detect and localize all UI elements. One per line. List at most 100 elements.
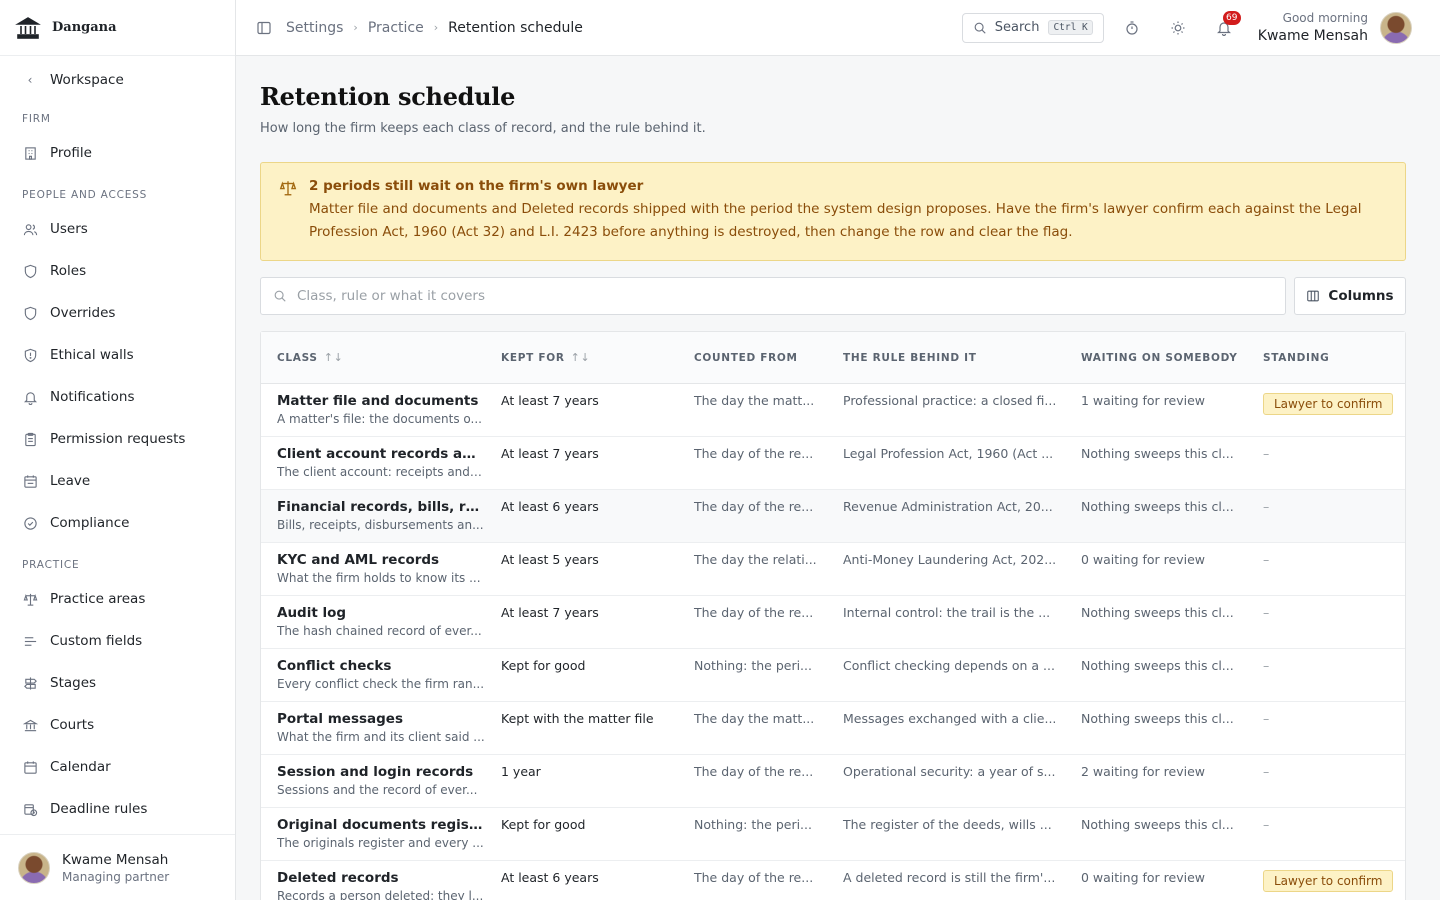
chevron-left-icon: ‹ [27, 73, 33, 87]
table-row[interactable]: Audit log The hash chained record of ever… [261, 596, 1405, 649]
sidebar-back-workspace[interactable]: ‹ Workspace [0, 66, 235, 94]
page-subtitle: How long the firm keeps each class of re… [260, 121, 706, 136]
topbar-actions: Search Ctrl K 69 Good morning Kwame Mens… [961, 10, 1412, 44]
cell-waiting: Nothing sweeps this cl... [1081, 446, 1234, 461]
sidebar-item-overrides[interactable]: Overrides [0, 292, 235, 334]
alert-body: Matter file and documents and Deleted re… [309, 201, 1362, 240]
timer-icon[interactable] [1124, 20, 1140, 36]
sidebar-item-courts[interactable]: Courts [0, 704, 235, 746]
table-row[interactable]: Portal messages What the firm and its cli… [261, 702, 1405, 755]
table-header: CLASS ↑↓ KEPT FOR ↑↓ COUNTED FROM THE RULE… [261, 332, 1405, 384]
sidebar-item-practice-areas[interactable]: Practice areas [0, 578, 235, 620]
sidebar-back-label: Workspace [50, 72, 124, 88]
cell-counted-from: The day of the re... [694, 499, 814, 514]
chevron-right-icon: › [433, 21, 439, 34]
class-name: Portal messages [277, 711, 403, 727]
sun-icon[interactable] [1170, 20, 1186, 36]
sidebar-item-notifications[interactable]: Notifications [0, 376, 235, 418]
brand[interactable]: Dangana [0, 0, 235, 56]
shield-icon [22, 263, 38, 279]
retention-table: CLASS ↑↓ KEPT FOR ↑↓ COUNTED FROM THE RULE… [260, 331, 1406, 900]
cell-class: Session and login records Sessions and th… [261, 764, 485, 797]
table-row[interactable]: KYC and AML records What the firm holds t… [261, 543, 1405, 596]
class-name: Conflict checks [277, 658, 392, 674]
sidebar-item-label: Roles [50, 263, 87, 279]
bell-icon [22, 389, 38, 405]
sort-icon: ↑↓ [323, 351, 344, 364]
cell-kept-for: At least 7 years [501, 605, 599, 620]
calendar-icon [22, 473, 38, 489]
class-name: Client account records and... [277, 446, 485, 462]
sidebar-item-label: Practice areas [50, 591, 146, 607]
sidebar-item-roles[interactable]: Roles [0, 250, 235, 292]
table-row[interactable]: Matter file and documents A matter's file… [261, 384, 1405, 437]
search-button[interactable]: Search Ctrl K [961, 12, 1104, 43]
table-row[interactable]: Conflict checks Every conflict check the … [261, 649, 1405, 702]
sidebar-item-ethical-walls[interactable]: Ethical walls [0, 334, 235, 376]
signpost-icon [22, 675, 38, 691]
cell-kept-for: 1 year [501, 764, 541, 779]
columns-button[interactable]: Columns [1294, 277, 1406, 315]
class-description: The client account: receipts and ... [277, 465, 485, 479]
sidebar-item-profile[interactable]: Profile [0, 132, 235, 174]
sidebar-item-label: Calendar [50, 759, 111, 775]
sidebar-item-label: Overrides [50, 305, 116, 321]
status-badge: Lawyer to confirm [1263, 393, 1394, 415]
standing-empty: – [1263, 764, 1270, 779]
avatar[interactable] [1380, 11, 1412, 44]
standing-empty: – [1263, 817, 1270, 832]
sidebar-user-card[interactable]: Kwame Mensah Managing partner [0, 834, 235, 900]
shield-alert-icon [22, 347, 38, 363]
cell-class: KYC and AML records What the firm holds t… [261, 552, 485, 585]
filter-field[interactable] [260, 277, 1286, 315]
sidebar-user-info: Kwame Mensah Managing partner [62, 852, 169, 884]
cell-waiting: Nothing sweeps this cl... [1081, 658, 1234, 673]
search-shortcut: Ctrl K [1048, 20, 1093, 35]
sidebar-item-users[interactable]: Users [0, 208, 235, 250]
sidebar-item-label: Deadline rules [50, 801, 148, 817]
sidebar-item-deadline-rules[interactable]: Deadline rules [0, 788, 235, 830]
breadcrumb-settings[interactable]: Settings [286, 20, 343, 36]
cell-kept-for: At least 7 years [501, 446, 599, 461]
cell-counted-from: The day the matt... [694, 711, 815, 726]
notifications-button[interactable]: 69 [1216, 10, 1241, 36]
standing-empty: – [1263, 658, 1270, 673]
class-name: Session and login records [277, 764, 474, 780]
clipboard-icon [22, 431, 38, 447]
check-circle-icon [22, 515, 38, 531]
cell-standing: Lawyer to confirm [1247, 870, 1405, 892]
column-header-waiting: WAITING ON SOMEBODY [1081, 351, 1238, 364]
cell-rule: Professional practice: a closed fi... [843, 393, 1057, 408]
table-row[interactable]: Deleted records Records a person deleted:… [261, 861, 1405, 900]
sidebar-item-calendar[interactable]: Calendar [0, 746, 235, 788]
sidebar-user-name: Kwame Mensah [62, 851, 169, 868]
sidebar-item-stages[interactable]: Stages [0, 662, 235, 704]
columns-icon [1306, 289, 1320, 303]
column-header-kept-for[interactable]: KEPT FOR ↑↓ [485, 351, 678, 364]
shield-icon [22, 305, 38, 321]
cell-rule: Legal Profession Act, 1960 (Act ... [843, 446, 1054, 461]
landmark-icon [22, 717, 38, 733]
breadcrumb-practice[interactable]: Practice [368, 20, 424, 36]
sidebar-toggle-icon[interactable] [256, 20, 272, 36]
cell-standing: – [1247, 817, 1405, 832]
table-row[interactable]: Client account records and... The client … [261, 437, 1405, 490]
table-row[interactable]: Financial records, bills, rec... Bills, r… [261, 490, 1405, 543]
cell-standing: – [1247, 446, 1405, 461]
column-header-class[interactable]: CLASS ↑↓ [261, 351, 485, 364]
user-greeting[interactable]: Good morning Kwame Mensah [1258, 11, 1368, 44]
sidebar-item-permission-requests[interactable]: Permission requests [0, 418, 235, 460]
sidebar-item-custom-fields[interactable]: Custom fields [0, 620, 235, 662]
sidebar-item-label: Leave [50, 473, 91, 489]
sidebar-item-leave[interactable]: Leave [0, 460, 235, 502]
cell-waiting: Nothing sweeps this cl... [1081, 499, 1234, 514]
filter-input[interactable] [297, 288, 1273, 304]
table-body: Matter file and documents A matter's file… [261, 384, 1405, 900]
sidebar-item-compliance[interactable]: Compliance [0, 502, 235, 544]
search-icon [973, 21, 987, 35]
class-description: Every conflict check the firm ran... [277, 677, 485, 691]
cell-class: Deleted records Records a person deleted:… [261, 870, 485, 900]
class-description: The originals register and every ... [277, 836, 484, 850]
table-row[interactable]: Session and login records Sessions and th… [261, 755, 1405, 808]
table-row[interactable]: Original documents register The originals… [261, 808, 1405, 861]
